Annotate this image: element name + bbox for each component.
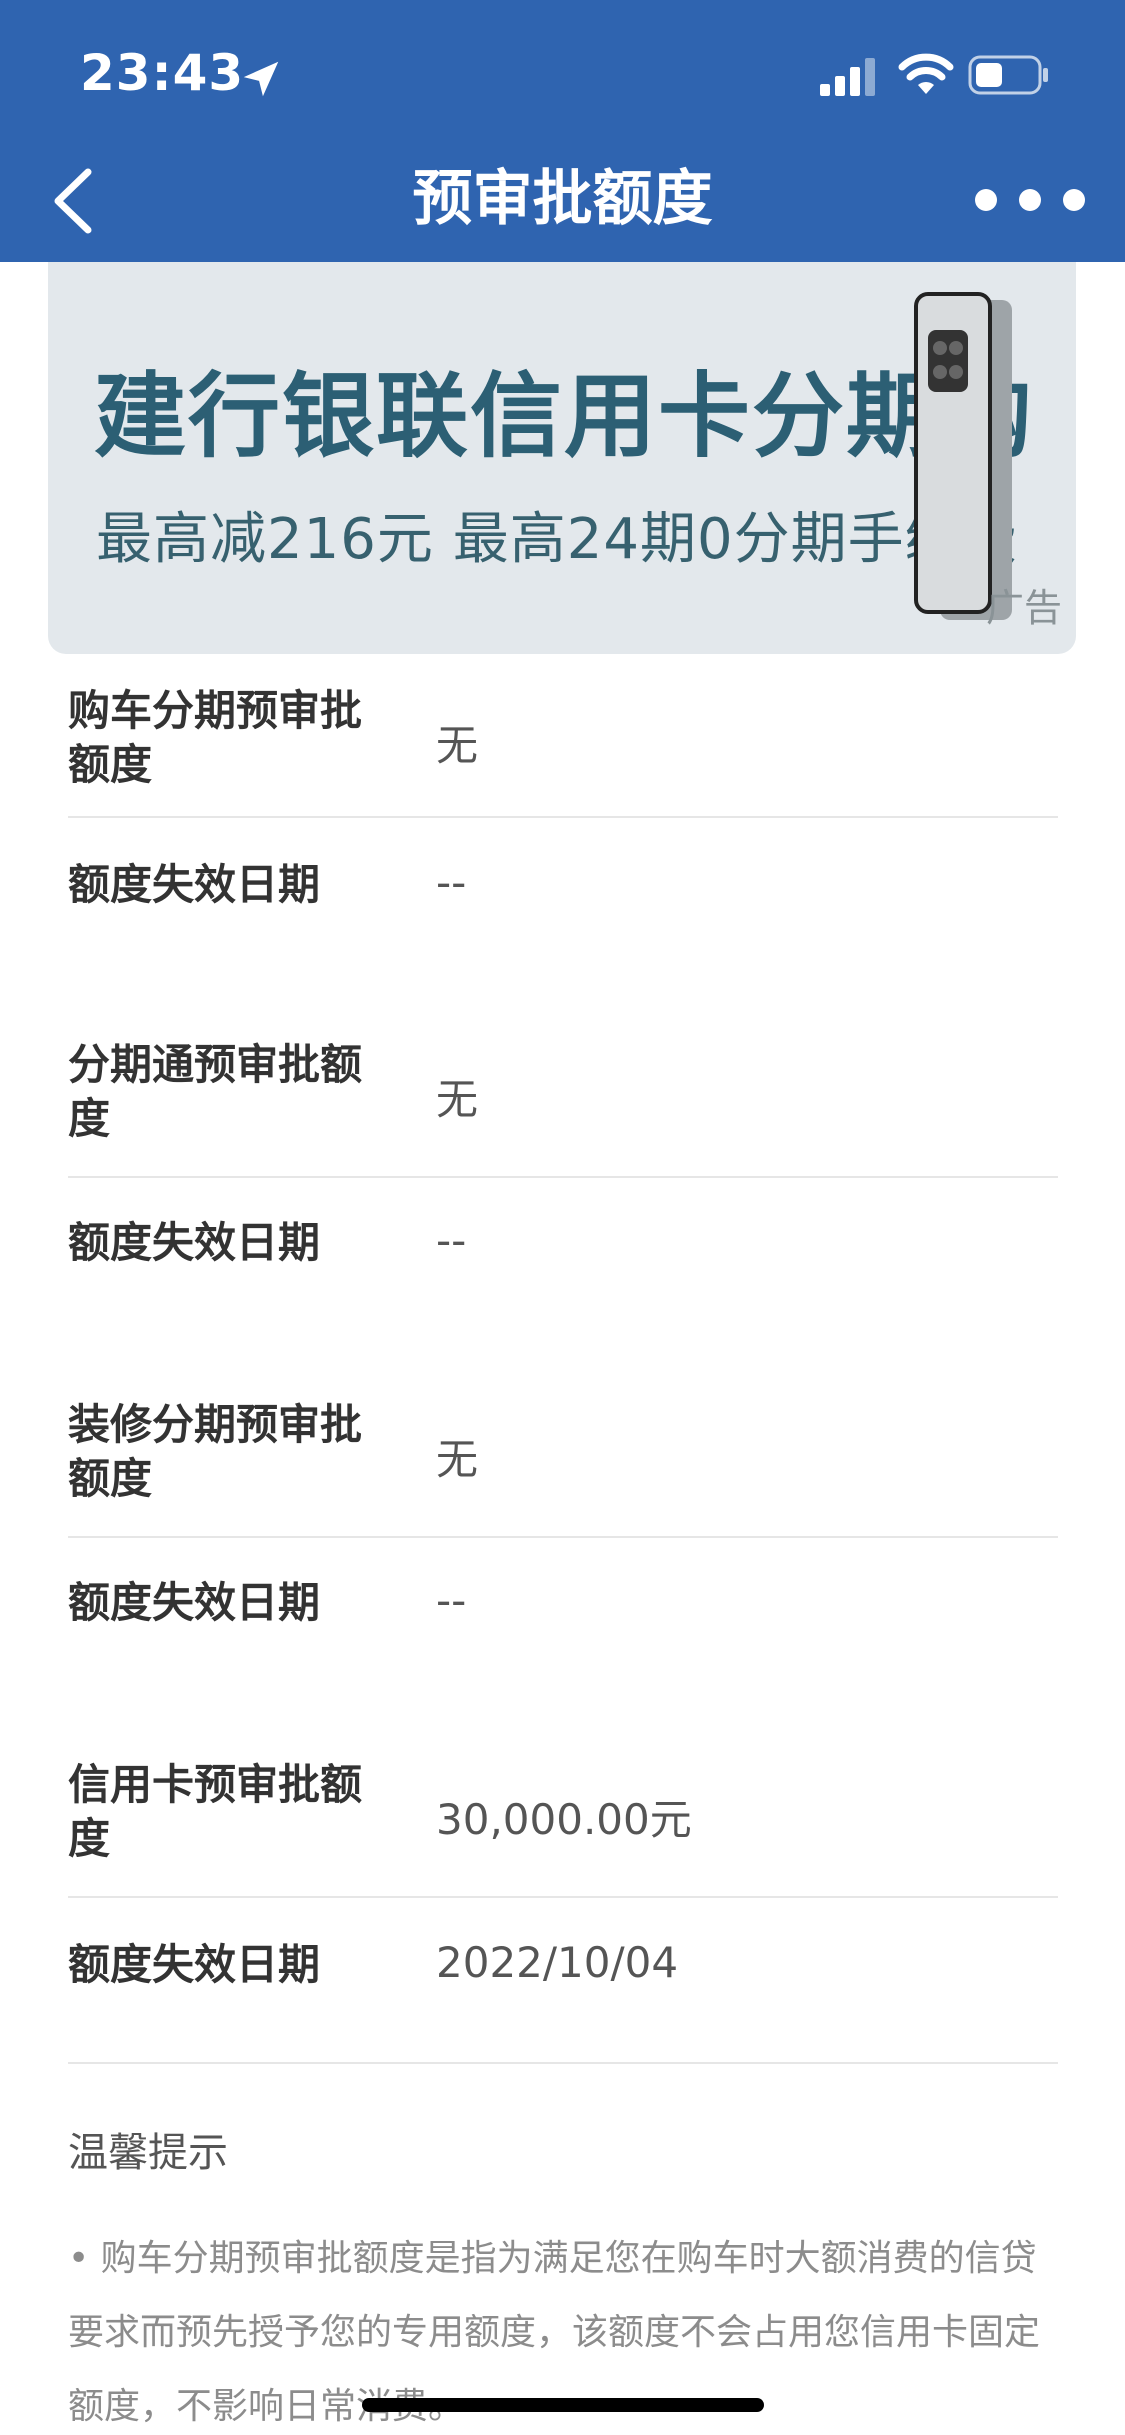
row-label: 额度失效日期 <box>68 1940 321 1989</box>
list-item: 购车分期预审批额度 无 <box>68 654 1058 818</box>
more-dots-icon <box>975 189 997 211</box>
list-item: 额度失效日期 -- <box>68 818 1058 1014</box>
list-item: 装修分期预审批额度 无 <box>68 1374 1058 1538</box>
list-item: 信用卡预审批额度 30,000.00元 <box>68 1734 1058 1898</box>
banner-subtitle: 最高减216元 最高24期0分期手续费 <box>96 507 1019 572</box>
status-bar: 23:43 <box>0 0 1125 140</box>
more-dot <box>1063 189 1085 211</box>
page-title: 预审批额度 <box>412 164 713 234</box>
more-dot <box>1019 189 1041 211</box>
row-label: 额度失效日期 <box>68 860 321 909</box>
status-time: 23:43 <box>80 44 245 102</box>
row-value: -- <box>436 1216 467 1265</box>
list-item: 额度失效日期 -- <box>68 1538 1058 1734</box>
row-value: 2022/10/04 <box>436 1938 679 1987</box>
tips-title: 温馨提示 <box>68 2130 228 2176</box>
top-bar: 23:43 预审批额度 <box>0 0 1125 262</box>
divider <box>68 2062 1058 2064</box>
row-label: 信用卡预审批额度 <box>68 1760 363 1863</box>
row-label: 额度失效日期 <box>68 1218 321 1267</box>
home-indicator[interactable] <box>362 2398 764 2412</box>
row-value: 无 <box>436 1075 479 1124</box>
row-value: 无 <box>436 721 479 770</box>
wifi-icon <box>898 53 954 94</box>
more-options-button[interactable] <box>975 170 1085 230</box>
row-label: 分期通预审批额度 <box>68 1040 363 1143</box>
row-value: 无 <box>436 1435 479 1484</box>
list-item: 额度失效日期 2022/10/04 <box>68 1898 1058 2062</box>
list-item: 额度失效日期 -- <box>68 1178 1058 1374</box>
battery-icon <box>968 55 1048 95</box>
row-value: -- <box>436 1576 467 1625</box>
ad-label: 广告 <box>985 586 1062 630</box>
row-label: 购车分期预审批额度 <box>68 686 363 789</box>
nav-bar: 预审批额度 <box>0 140 1125 262</box>
promo-banner[interactable]: 建行银联信用卡分期购 最高减216元 最高24期0分期手续费 广告 <box>48 262 1076 654</box>
row-label: 额度失效日期 <box>68 1578 321 1627</box>
cellular-signal-icon <box>820 58 875 96</box>
list-item: 分期通预审批额度 无 <box>68 1014 1058 1178</box>
row-label: 装修分期预审批额度 <box>68 1400 363 1503</box>
row-value: 30,000.00元 <box>436 1795 692 1844</box>
location-arrow-icon <box>243 61 279 97</box>
row-value: -- <box>436 858 467 907</box>
banner-title: 建行银联信用卡分期购 <box>94 363 1035 470</box>
